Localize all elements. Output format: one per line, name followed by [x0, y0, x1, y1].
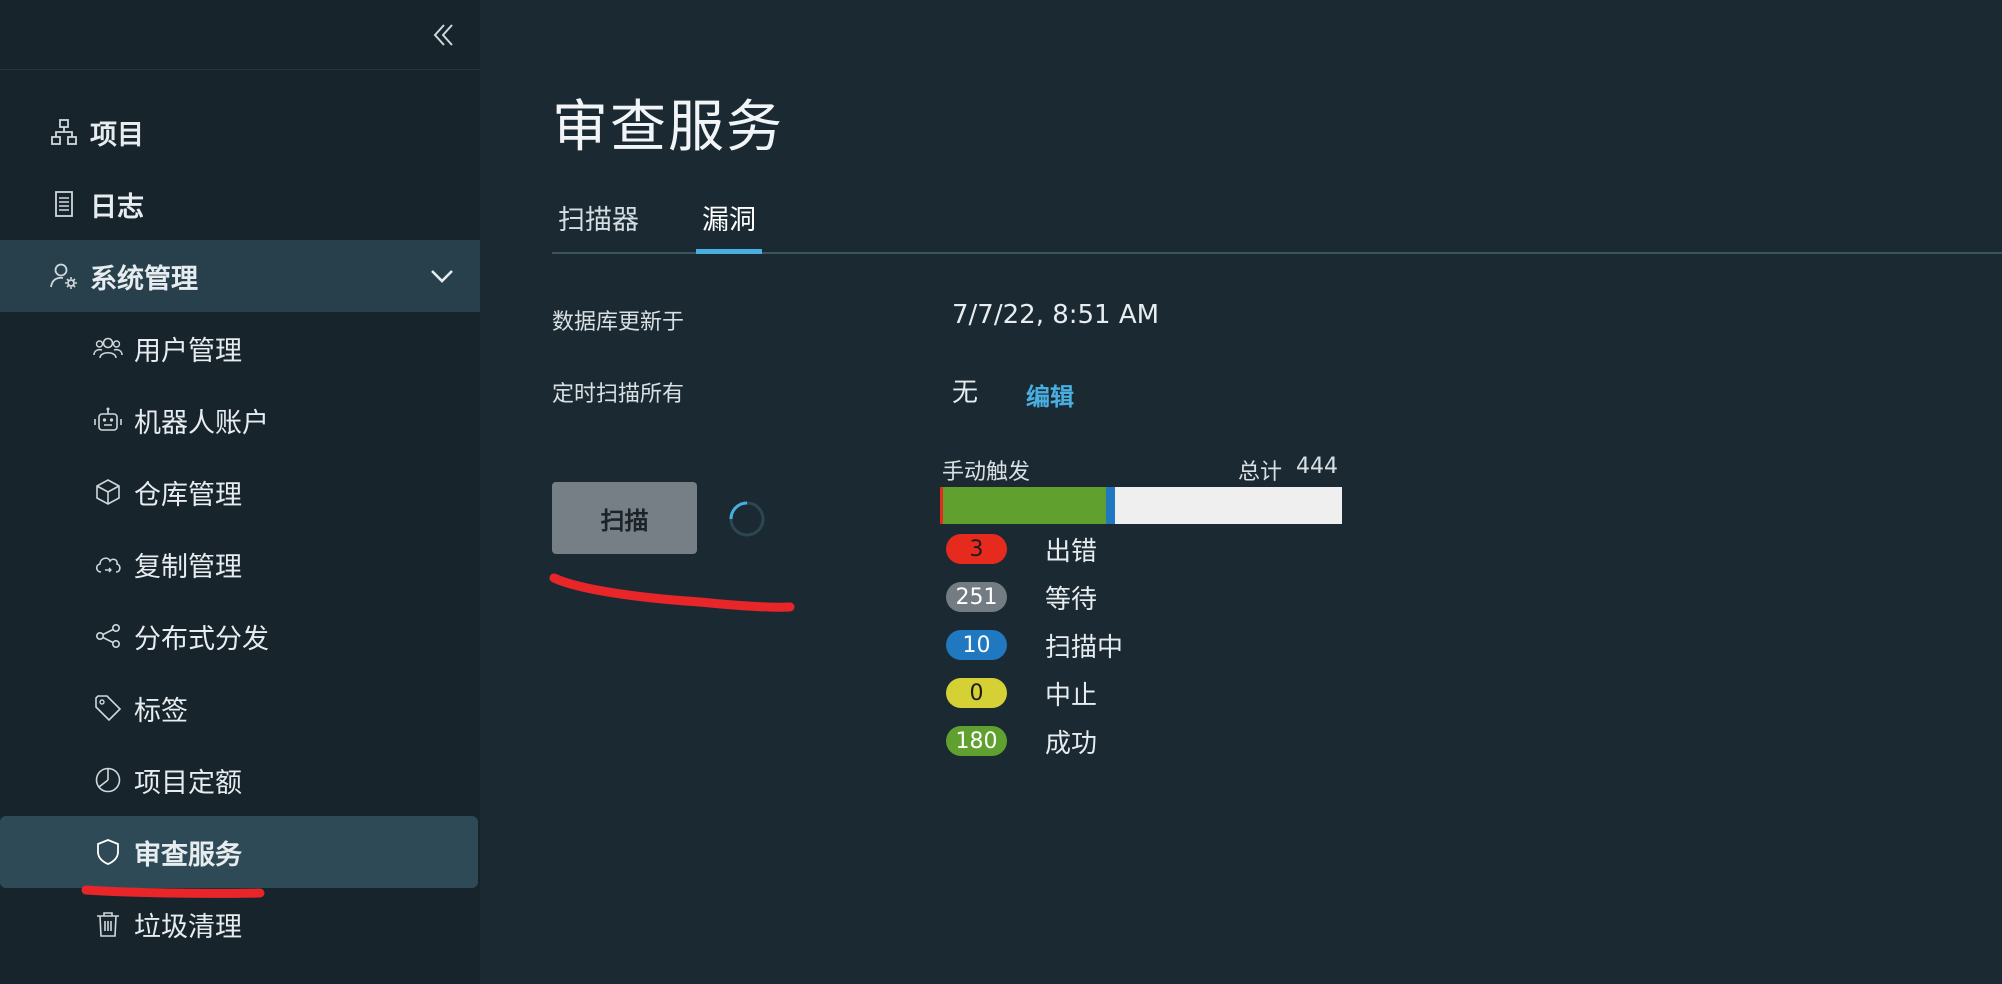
db-updated-value: 7/7/22, 8:51 AM: [952, 300, 1160, 330]
project-icon: [48, 116, 80, 148]
sidebar-item-label: 系统管理: [90, 263, 198, 295]
status-badge-success: 180: [946, 726, 1007, 756]
legend-row-stopped: 0 中止: [946, 676, 1098, 711]
sidebar-item-label: 标签: [134, 695, 188, 727]
settings-icon: [92, 980, 124, 984]
sidebar-item-projects[interactable]: 项目: [0, 96, 480, 168]
scan-progress-bar: [940, 487, 1342, 524]
sidebar-item-label: 项目: [90, 119, 144, 151]
schedule-value: 无: [952, 378, 979, 408]
sidebar-item-label: 审查服务: [134, 839, 242, 871]
sidebar-item-registries[interactable]: 仓库管理: [0, 456, 480, 528]
cloud-sync-icon: [92, 548, 124, 580]
progress-segment-success: [942, 487, 1106, 524]
legend-label-success: 成功: [1045, 728, 1098, 759]
robot-icon: [92, 404, 124, 436]
chevron-down-icon: [428, 262, 456, 290]
log-icon: [48, 188, 80, 220]
trigger-label: 手动触发: [942, 460, 1031, 485]
sidebar-item-distributions[interactable]: 分布式分发: [0, 600, 480, 672]
loading-spinner-icon: [728, 500, 766, 538]
sidebar-item-more[interactable]: [0, 960, 480, 984]
status-badge-error: 3: [946, 534, 1007, 564]
page-title: 审查服务: [552, 95, 784, 160]
db-updated-label: 数据库更新于: [552, 310, 685, 335]
users-icon: [92, 332, 124, 364]
total-value: 444: [1296, 454, 1338, 479]
sidebar-item-labels[interactable]: 标签: [0, 672, 480, 744]
sidebar-item-label: 机器人账户: [134, 407, 269, 439]
sidebar-item-robot-accounts[interactable]: 机器人账户: [0, 384, 480, 456]
sidebar-item-label: 仓库管理: [134, 479, 242, 511]
shield-icon: [92, 836, 124, 868]
collapse-sidebar-icon[interactable]: [428, 20, 458, 50]
tag-icon: [92, 692, 124, 724]
sidebar-item-garbage-collection[interactable]: 垃圾清理: [0, 888, 480, 960]
share-icon: [92, 620, 124, 652]
sidebar-item-label: 日志: [90, 191, 144, 223]
sidebar-item-users[interactable]: 用户管理: [0, 312, 480, 384]
sidebar: 项目 日志 系统管理 用户管理 机器人账户 仓库管理 复制管理 分布式分发 标签…: [0, 0, 480, 984]
legend-row-error: 3 出错: [946, 532, 1098, 567]
sidebar-item-label: 用户管理: [134, 335, 242, 367]
main-content: 审查服务 扫描器 漏洞 数据库更新于 7/7/22, 8:51 AM 定时扫描所…: [480, 0, 2002, 984]
total-label: 总计: [1238, 460, 1283, 485]
edit-schedule-link[interactable]: 编辑: [1026, 377, 1074, 412]
admin-icon: [48, 260, 80, 292]
sidebar-item-label: 项目定额: [134, 767, 242, 799]
legend-row-pending: 251 等待: [946, 580, 1098, 615]
status-badge-running: 10: [946, 630, 1007, 660]
legend-row-running: 10 扫描中: [946, 628, 1124, 663]
tab-bar: 扫描器 漏洞: [552, 190, 2002, 254]
trash-icon: [92, 908, 124, 940]
cube-icon: [92, 476, 124, 508]
tab-vulnerability[interactable]: 漏洞: [696, 198, 762, 254]
status-badge-pending: 251: [946, 582, 1007, 612]
tab-scanners[interactable]: 扫描器: [552, 198, 645, 252]
schedule-label: 定时扫描所有: [552, 382, 685, 407]
sidebar-item-label: 分布式分发: [134, 623, 269, 655]
scan-button[interactable]: 扫描: [552, 482, 697, 554]
sidebar-item-interrogation-services[interactable]: 审查服务: [0, 816, 478, 888]
sidebar-item-replications[interactable]: 复制管理: [0, 528, 480, 600]
sidebar-header: [0, 0, 480, 70]
status-badge-stopped: 0: [946, 678, 1007, 708]
sidebar-group-admin[interactable]: 系统管理: [0, 240, 480, 312]
legend-label-error: 出错: [1045, 536, 1098, 567]
sidebar-item-quotas[interactable]: 项目定额: [0, 744, 480, 816]
sidebar-item-label: 垃圾清理: [134, 911, 242, 943]
legend-label-running: 扫描中: [1045, 632, 1124, 663]
progress-segment-running: [1105, 487, 1115, 524]
legend-label-pending: 等待: [1045, 584, 1098, 615]
sidebar-item-logs[interactable]: 日志: [0, 168, 480, 240]
quota-icon: [92, 764, 124, 796]
sidebar-item-label: 复制管理: [134, 551, 242, 583]
legend-row-success: 180 成功: [946, 724, 1098, 759]
legend-label-stopped: 中止: [1045, 680, 1098, 711]
